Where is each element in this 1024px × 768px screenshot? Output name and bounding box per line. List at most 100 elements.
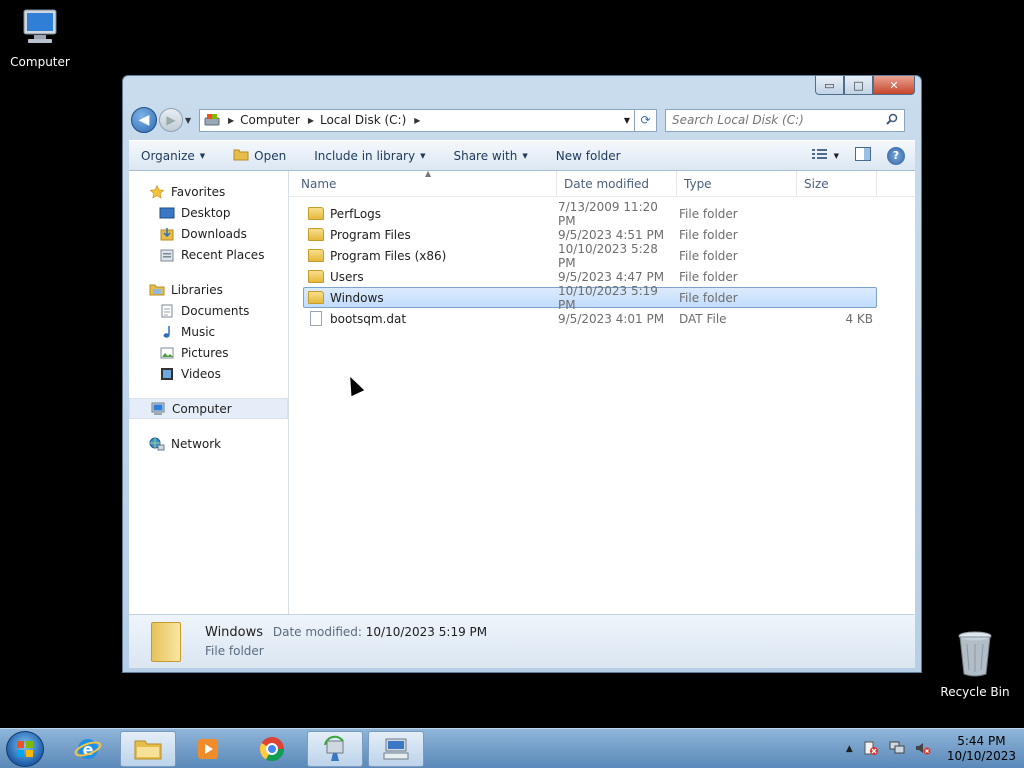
share-with-label: Share with (453, 148, 518, 163)
file-row-program-files-x86[interactable]: Program Files (x86) 10/10/2023 5:28 PM F… (303, 242, 877, 270)
nav-documents[interactable]: Documents (129, 300, 288, 321)
maximize-button[interactable]: □ (844, 76, 873, 95)
nav-favorites-label: Favorites (171, 184, 226, 199)
nav-recent-places[interactable]: Recent Places (129, 244, 288, 265)
nav-libraries-label: Libraries (171, 282, 223, 297)
file-row-perflogs[interactable]: PerfLogs 7/13/2009 11:20 PM File folder (303, 200, 877, 228)
file-name: PerfLogs (330, 206, 382, 221)
recent-pages-dropdown[interactable]: ▼ (185, 116, 195, 125)
folder-icon (308, 291, 324, 304)
nav-desktop[interactable]: Desktop (129, 202, 288, 223)
content-panes: Favorites Desktop Downloads Recent Place… (129, 169, 915, 614)
open-button[interactable]: Open (233, 148, 286, 164)
file-date: 9/5/2023 4:51 PM (558, 227, 665, 242)
chevron-down-icon: ▼ (420, 151, 426, 160)
taskbar-windows-update[interactable] (307, 731, 363, 767)
close-button[interactable]: ✕ (873, 76, 915, 95)
details-pane: Windows Date modified: 10/10/2023 5:19 P… (129, 614, 915, 668)
file-date: 9/5/2023 4:01 PM (558, 311, 665, 326)
library-icon (149, 282, 165, 298)
nav-documents-label: Documents (181, 303, 250, 318)
minimize-button[interactable]: ▭ (815, 76, 844, 95)
breadcrumb-separator[interactable]: ▶ (228, 116, 234, 125)
close-icon: ✕ (889, 78, 899, 92)
organize-button[interactable]: Organize ▼ (141, 149, 205, 163)
file-row-windows[interactable]: Windows 10/10/2023 5:19 PM File folder (303, 284, 877, 312)
nav-music[interactable]: Music (129, 321, 288, 342)
nav-music-label: Music (181, 324, 216, 339)
help-button[interactable]: ? (887, 146, 905, 165)
breadcrumb-computer[interactable]: Computer (240, 113, 300, 127)
share-with-button[interactable]: Share with ▼ (453, 149, 527, 163)
chevron-down-icon: ▼ (522, 151, 528, 160)
address-bar[interactable]: ▶ Computer ▶ Local Disk (C:) ▶ ▼ (199, 108, 635, 132)
nav-videos-label: Videos (181, 366, 221, 381)
nav-favorites[interactable]: Favorites (129, 181, 288, 202)
chevron-down-icon: ▼ (199, 151, 206, 160)
nav-network[interactable]: Network (129, 433, 288, 454)
open-folder-icon (233, 148, 249, 164)
volume-muted-icon[interactable] (915, 741, 931, 758)
refresh-button[interactable]: ⟳ (635, 108, 657, 132)
new-folder-button[interactable]: New folder (556, 149, 621, 163)
column-header-size[interactable]: Size (797, 171, 877, 196)
taskbar-chrome[interactable] (244, 731, 300, 767)
command-bar: Organize ▼ Open Include in library ▼ Share… (129, 140, 915, 171)
file-row-bootsqm-dat[interactable]: bootsqm.dat 9/5/2023 4:01 PM DAT File 4 … (303, 308, 877, 329)
nav-libraries[interactable]: Libraries (129, 279, 288, 300)
file-date: 10/10/2023 5:28 PM (558, 241, 658, 270)
breadcrumb-local-disk[interactable]: Local Disk (C:) (320, 113, 406, 127)
column-header-date-modified[interactable]: Date modified (557, 171, 677, 196)
address-dropdown-icon[interactable]: ▼ (624, 116, 630, 125)
breadcrumb-separator[interactable]: ▶ (414, 116, 420, 125)
selected-folder-icon (151, 621, 181, 662)
forward-button[interactable]: ▶ (159, 108, 183, 132)
column-header-type[interactable]: Type (677, 171, 797, 196)
details-date-value: 10/10/2023 5:19 PM (365, 625, 488, 639)
action-center-icon[interactable] (863, 741, 879, 758)
nav-desktop-label: Desktop (181, 205, 231, 220)
show-hidden-icons-button[interactable]: ▲ (846, 744, 853, 754)
taskbar: e ▲ 5:44 PM 10/10/2023 (0, 728, 1024, 768)
nav-pictures[interactable]: Pictures (129, 342, 288, 363)
file-date: 7/13/2009 11:20 PM (558, 199, 658, 228)
breadcrumb-separator[interactable]: ▶ (308, 116, 314, 125)
folder-icon (308, 249, 324, 262)
clock-date: 10/10/2023 (946, 749, 1016, 763)
preview-pane-button[interactable] (855, 147, 871, 164)
sort-ascending-icon: ▲ (425, 169, 432, 178)
taskbar-media-player[interactable] (180, 731, 236, 767)
file-icon (310, 311, 322, 326)
network-tray-icon[interactable] (889, 741, 905, 758)
desktop-computer-icon[interactable]: Computer (0, 8, 80, 69)
start-button[interactable] (6, 731, 44, 767)
arrow-right-icon: ▶ (166, 113, 176, 127)
navigation-pane: Favorites Desktop Downloads Recent Place… (129, 171, 289, 614)
column-header-name[interactable]: Name (289, 171, 557, 196)
chevron-down-icon: ▼ (833, 151, 839, 160)
back-button[interactable]: ◀ (131, 107, 157, 133)
search-input[interactable] (672, 113, 872, 127)
taskbar-remote-desktop[interactable] (368, 731, 424, 767)
nav-videos[interactable]: Videos (129, 363, 288, 384)
taskbar-internet-explorer[interactable]: e (60, 731, 116, 767)
search-box (665, 108, 905, 132)
caption-buttons: ▭ □ ✕ (815, 76, 915, 95)
nav-recent-places-label: Recent Places (181, 247, 265, 262)
windows-logo-icon (17, 741, 33, 757)
maximize-icon: □ (853, 78, 864, 92)
minimize-icon: ▭ (824, 78, 835, 92)
include-in-library-button[interactable]: Include in library ▼ (314, 149, 425, 163)
taskbar-explorer[interactable] (120, 731, 176, 767)
view-options-button[interactable]: ▼ (811, 148, 839, 163)
clock[interactable]: 5:44 PM 10/10/2023 (947, 734, 1016, 764)
nav-computer[interactable]: Computer (129, 398, 288, 419)
search-icon[interactable] (886, 113, 898, 128)
folder-icon (308, 270, 324, 283)
organize-label: Organize (141, 148, 195, 163)
clock-time: 5:44 PM (957, 734, 1006, 748)
nav-downloads[interactable]: Downloads (129, 223, 288, 244)
chevron-down-icon: ▼ (185, 115, 192, 125)
network-icon (149, 436, 165, 452)
desktop-recycle-bin-icon[interactable]: Recycle Bin (935, 630, 1015, 699)
